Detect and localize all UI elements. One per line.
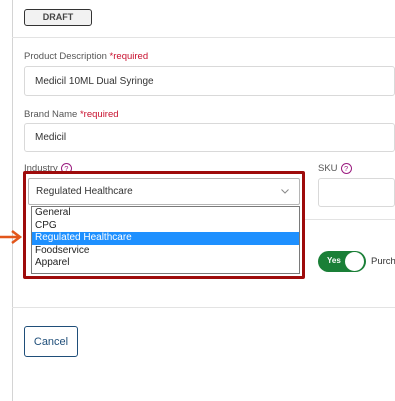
sku-field[interactable] [318, 178, 395, 207]
product-description-field[interactable]: Medicil 10ML Dual Syringe [24, 66, 395, 96]
divider [12, 307, 395, 308]
status-badge: DRAFT [24, 9, 92, 26]
required-marker: *required [109, 51, 149, 62]
divider [305, 219, 395, 220]
cancel-button[interactable]: Cancel [24, 326, 78, 357]
required-marker: *required [79, 109, 119, 120]
sku-label: SKU? [318, 163, 352, 174]
sku-label-text: SKU [318, 163, 338, 175]
purchase-toggle[interactable]: Yes [318, 251, 366, 272]
toggle-state-label: Yes [327, 256, 341, 265]
divider [12, 37, 395, 38]
brand-name-value: Medicil [35, 132, 67, 143]
product-description-label-text: Product Description [24, 51, 107, 62]
product-description-label: Product Description *required [24, 51, 148, 62]
highlight-box [23, 171, 305, 279]
purchase-toggle-label: Purcha [371, 256, 395, 267]
help-icon[interactable]: ? [340, 163, 352, 174]
pointer-arrow-icon [0, 230, 23, 244]
brand-name-label-text: Brand Name [24, 109, 78, 120]
toggle-knob [345, 252, 364, 271]
brand-name-field[interactable]: Medicil [24, 123, 395, 152]
product-description-value: Medicil 10ML Dual Syringe [35, 75, 154, 87]
brand-name-label: Brand Name *required [24, 109, 119, 120]
